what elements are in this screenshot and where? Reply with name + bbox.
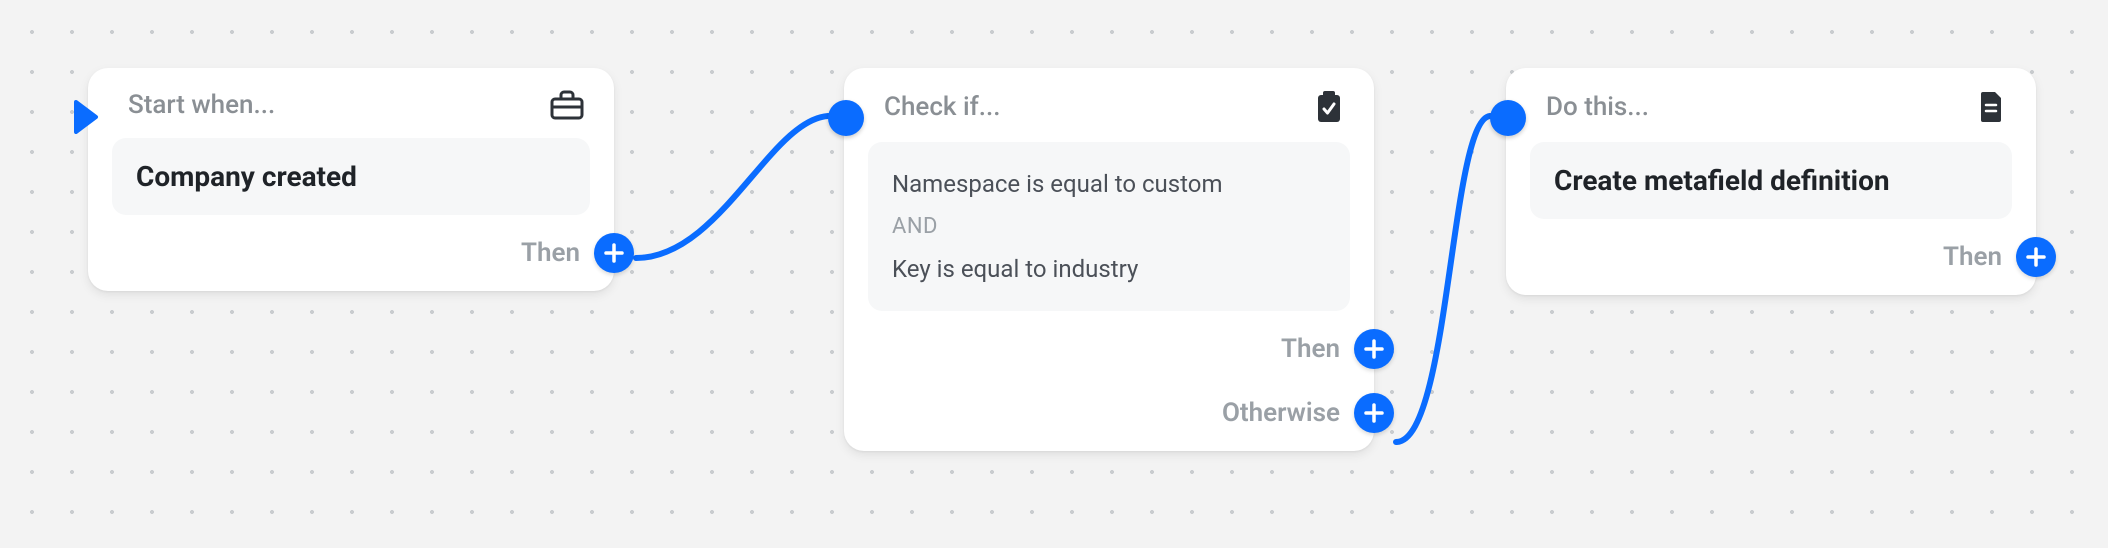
document-icon (1978, 90, 2006, 124)
trigger-start-icon (72, 100, 100, 134)
condition-line-2: Key is equal to industry (892, 249, 1326, 289)
condition-body: Namespace is equal to custom AND Key is … (868, 142, 1350, 311)
add-otherwise-button[interactable] (1354, 393, 1394, 433)
action-name: Create metafield definition (1554, 164, 1988, 197)
action-input-node (1490, 100, 1526, 136)
condition-line-1: Namespace is equal to custom (892, 164, 1326, 204)
condition-header: Check if... (884, 92, 1000, 122)
action-header: Do this... (1546, 92, 1649, 122)
trigger-event-name: Company created (136, 160, 566, 193)
then-label: Then (521, 238, 580, 268)
condition-card[interactable]: Check if... Namespace is equal to custom… (844, 68, 1374, 451)
add-then-button[interactable] (2016, 237, 2056, 277)
then-label: Then (1281, 334, 1340, 364)
action-body: Create metafield definition (1530, 142, 2012, 219)
add-then-button[interactable] (594, 233, 634, 273)
trigger-body: Company created (112, 138, 590, 215)
briefcase-icon (550, 90, 584, 120)
action-card[interactable]: Do this... Create metafield definition T… (1506, 68, 2036, 295)
condition-input-node (828, 100, 864, 136)
then-label: Then (1943, 242, 2002, 272)
condition-operator: AND (892, 204, 1326, 249)
clipboard-check-icon (1314, 90, 1344, 124)
trigger-header: Start when... (128, 90, 275, 120)
trigger-card[interactable]: Start when... Company created Then (88, 68, 614, 291)
otherwise-label: Otherwise (1222, 398, 1340, 428)
add-then-button[interactable] (1354, 329, 1394, 369)
